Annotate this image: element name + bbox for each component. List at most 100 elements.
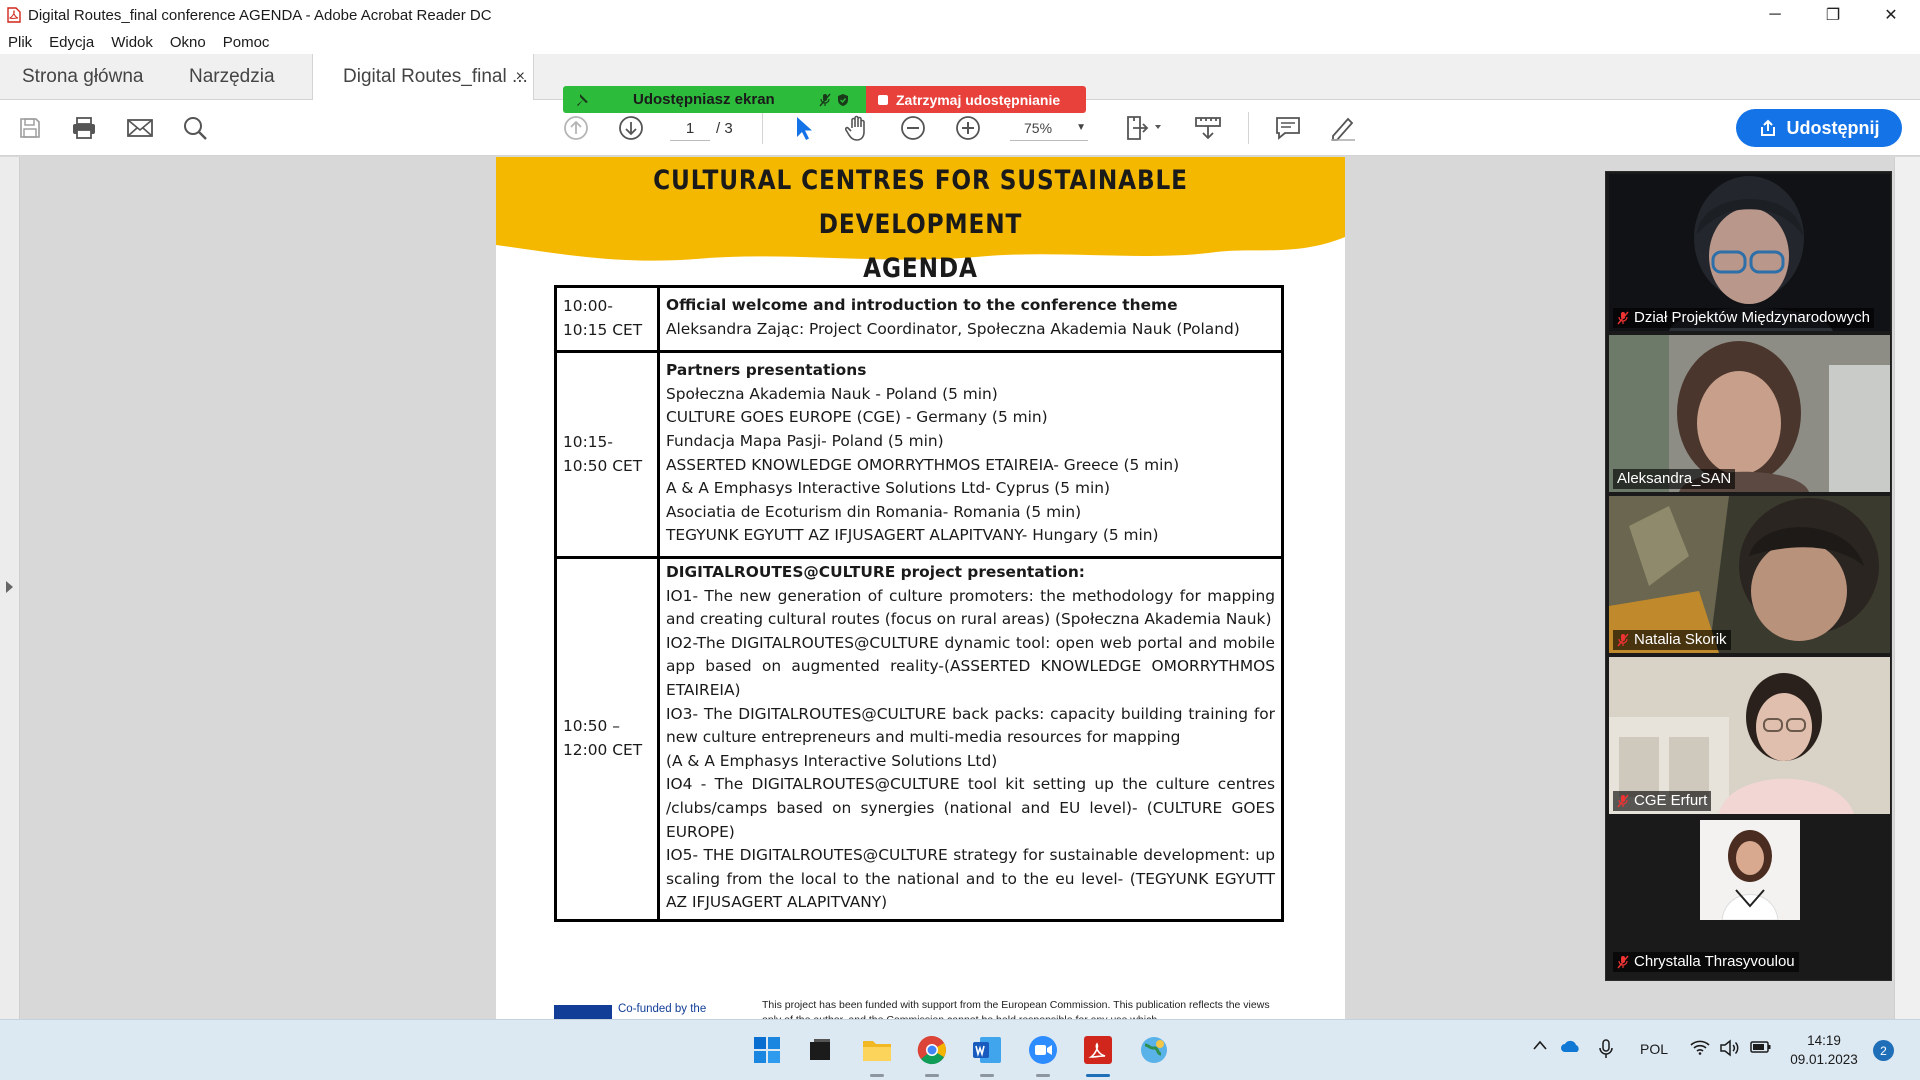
toolbar-divider <box>762 112 763 144</box>
participant-name-tag: Aleksandra_SAN <box>1613 469 1736 489</box>
close-window-button[interactable]: ✕ <box>1862 0 1920 30</box>
clock-date: 09.01.2023 <box>1790 1052 1858 1067</box>
zoom-in-icon[interactable] <box>953 113 983 143</box>
time-end: 10:15 CET <box>563 321 643 339</box>
sharing-indicator[interactable]: Udostępniasz ekran <box>563 86 866 113</box>
agenda-line: IO4 - The DIGITALROUTES@CULTURE tool kit… <box>666 775 1275 841</box>
document-title: CULTURAL CENTRES FOR SUSTAINABLE DEVELOP… <box>496 157 1345 291</box>
agenda-line: (A & A Emphasys Interactive Solutions Lt… <box>666 751 998 770</box>
sharing-label: Udostępniasz ekran <box>633 91 775 108</box>
pen-icon[interactable] <box>1328 113 1358 143</box>
agenda-row: 10:15- 10:50 CET Partners presentations … <box>554 350 1284 559</box>
participant-tile[interactable]: Dział Projektów Międzynarodowych <box>1609 174 1890 331</box>
tab-home[interactable]: Strona główna <box>22 54 143 100</box>
print-icon[interactable] <box>69 113 99 143</box>
task-view-icon[interactable] <box>803 1033 837 1067</box>
pin-icon[interactable] <box>575 93 597 107</box>
word-icon[interactable] <box>970 1033 1004 1067</box>
chevron-down-icon: ▼ <box>1076 122 1086 133</box>
agenda-line: Aleksandra Zając: Project Coordinator, S… <box>666 320 1240 338</box>
comment-icon[interactable] <box>1273 113 1303 143</box>
save-icon[interactable] <box>15 113 45 143</box>
tab-tools[interactable]: Narzędzia <box>189 54 275 100</box>
minimize-button[interactable]: ─ <box>1746 0 1804 30</box>
participant-tile[interactable]: Natalia Skorik <box>1609 496 1890 653</box>
weather-globe-icon[interactable] <box>1137 1033 1171 1067</box>
agenda-line: IO2-The DIGITALROUTES@CULTURE dynamic to… <box>666 633 1275 699</box>
page-down-icon[interactable] <box>616 113 646 143</box>
left-panel-rail[interactable] <box>0 157 20 1019</box>
chevron-up-icon[interactable] <box>1532 1039 1548 1051</box>
system-clock[interactable]: 14:19 09.01.2023 <box>1788 1031 1860 1069</box>
participant-avatar <box>1700 820 1800 920</box>
restore-button[interactable]: ❐ <box>1804 0 1862 30</box>
toolbar-divider <box>1248 112 1249 144</box>
scroll-mode-icon[interactable] <box>1193 113 1223 143</box>
menu-file[interactable]: Plik <box>8 34 32 51</box>
chrome-icon[interactable] <box>915 1033 949 1067</box>
participant-name-tag: Dział Projektów Międzynarodowych <box>1613 308 1874 328</box>
agenda-desc-cell: DIGITALROUTES@CULTURE project presentati… <box>657 556 1284 922</box>
participant-name-tag: Natalia Skorik <box>1613 630 1731 650</box>
zoom-icon[interactable] <box>1026 1033 1060 1067</box>
onedrive-icon[interactable] <box>1560 1039 1582 1053</box>
file-explorer-icon[interactable] <box>860 1033 894 1067</box>
page-total: / 3 <box>716 120 733 137</box>
menu-view[interactable]: Widok <box>111 34 153 51</box>
taskbar: POL 14:19 09.01.2023 2 <box>0 1019 1920 1080</box>
agenda-row: 10:00- 10:15 CET Official welcome and in… <box>554 285 1284 353</box>
agenda-desc-cell: Partners presentations Społeczna Akademi… <box>657 350 1284 559</box>
disclaimer-text: This project has been funded with suppor… <box>762 999 1270 1019</box>
tab-close-icon[interactable]: × <box>516 68 525 86</box>
menu-help[interactable]: Pomoc <box>223 34 270 51</box>
language-indicator[interactable]: POL <box>1640 1041 1668 1057</box>
windows-start-icon[interactable] <box>750 1033 784 1067</box>
battery-icon[interactable] <box>1750 1039 1772 1055</box>
time-start: 10:50 – <box>563 717 620 736</box>
share-upload-icon <box>1759 119 1777 137</box>
share-button-label: Udostępnij <box>1786 117 1880 138</box>
participant-tile[interactable]: CGE Erfurt <box>1609 657 1890 814</box>
notification-badge[interactable]: 2 <box>1873 1040 1894 1061</box>
document-title-line1: CULTURAL CENTRES FOR SUSTAINABLE DEVELOP… <box>653 165 1188 240</box>
volume-icon[interactable] <box>1719 1039 1741 1057</box>
participant-name: Aleksandra_SAN <box>1617 470 1732 487</box>
wifi-icon[interactable] <box>1690 1039 1710 1055</box>
right-panel-rail[interactable] <box>1894 157 1920 1019</box>
expand-panel-icon[interactable] <box>6 581 13 593</box>
hand-icon[interactable] <box>843 113 873 143</box>
menu-edit[interactable]: Edycja <box>49 34 94 51</box>
mic-muted-icon <box>1617 955 1629 969</box>
acrobat-icon[interactable] <box>1081 1033 1115 1067</box>
page-number-input[interactable] <box>670 117 710 141</box>
agenda-table: 10:00- 10:15 CET Official welcome and in… <box>554 285 1284 922</box>
time-end: 12:00 CET <box>563 740 643 759</box>
zoom-video-panel[interactable]: Dział Projektów Międzynarodowych Aleksan… <box>1605 171 1892 981</box>
stop-sharing-button[interactable]: Zatrzymaj udostępnianie <box>866 86 1086 113</box>
zoom-level-select[interactable]: 75% ▼ <box>1010 115 1088 141</box>
search-icon[interactable] <box>180 113 210 143</box>
tab-document[interactable]: Digital Routes_final ... × <box>312 54 534 100</box>
zoom-out-icon[interactable] <box>898 113 928 143</box>
zoom-level-value: 75% <box>1024 119 1053 136</box>
agenda-time-cell: 10:15- 10:50 CET <box>554 350 660 559</box>
time-start: 10:15- <box>563 432 613 451</box>
participant-tile[interactable]: Aleksandra_SAN <box>1609 335 1890 492</box>
participant-name: Natalia Skorik <box>1634 631 1727 648</box>
mail-icon[interactable] <box>125 113 155 143</box>
share-button[interactable]: Udostępnij <box>1736 109 1902 147</box>
fit-page-icon[interactable] <box>1124 113 1164 143</box>
running-indicator <box>870 1074 884 1077</box>
time-start: 10:00- <box>563 297 613 316</box>
acrobat-app-icon <box>6 6 22 24</box>
menu-window[interactable]: Okno <box>170 34 206 51</box>
select-cursor-icon[interactable] <box>788 113 818 143</box>
participant-tile[interactable]: Chrystalla Thrasyvoulou <box>1609 818 1890 975</box>
participant-name: Dział Projektów Międzynarodowych <box>1634 309 1870 326</box>
mic-muted-icon[interactable] <box>819 93 831 107</box>
page-up-icon[interactable] <box>561 113 591 143</box>
microphone-icon[interactable] <box>1599 1039 1613 1059</box>
security-shield-icon[interactable] <box>837 93 849 107</box>
running-indicator <box>925 1074 939 1077</box>
agenda-line: Społeczna Akademia Nauk - Poland (5 min) <box>666 384 998 403</box>
